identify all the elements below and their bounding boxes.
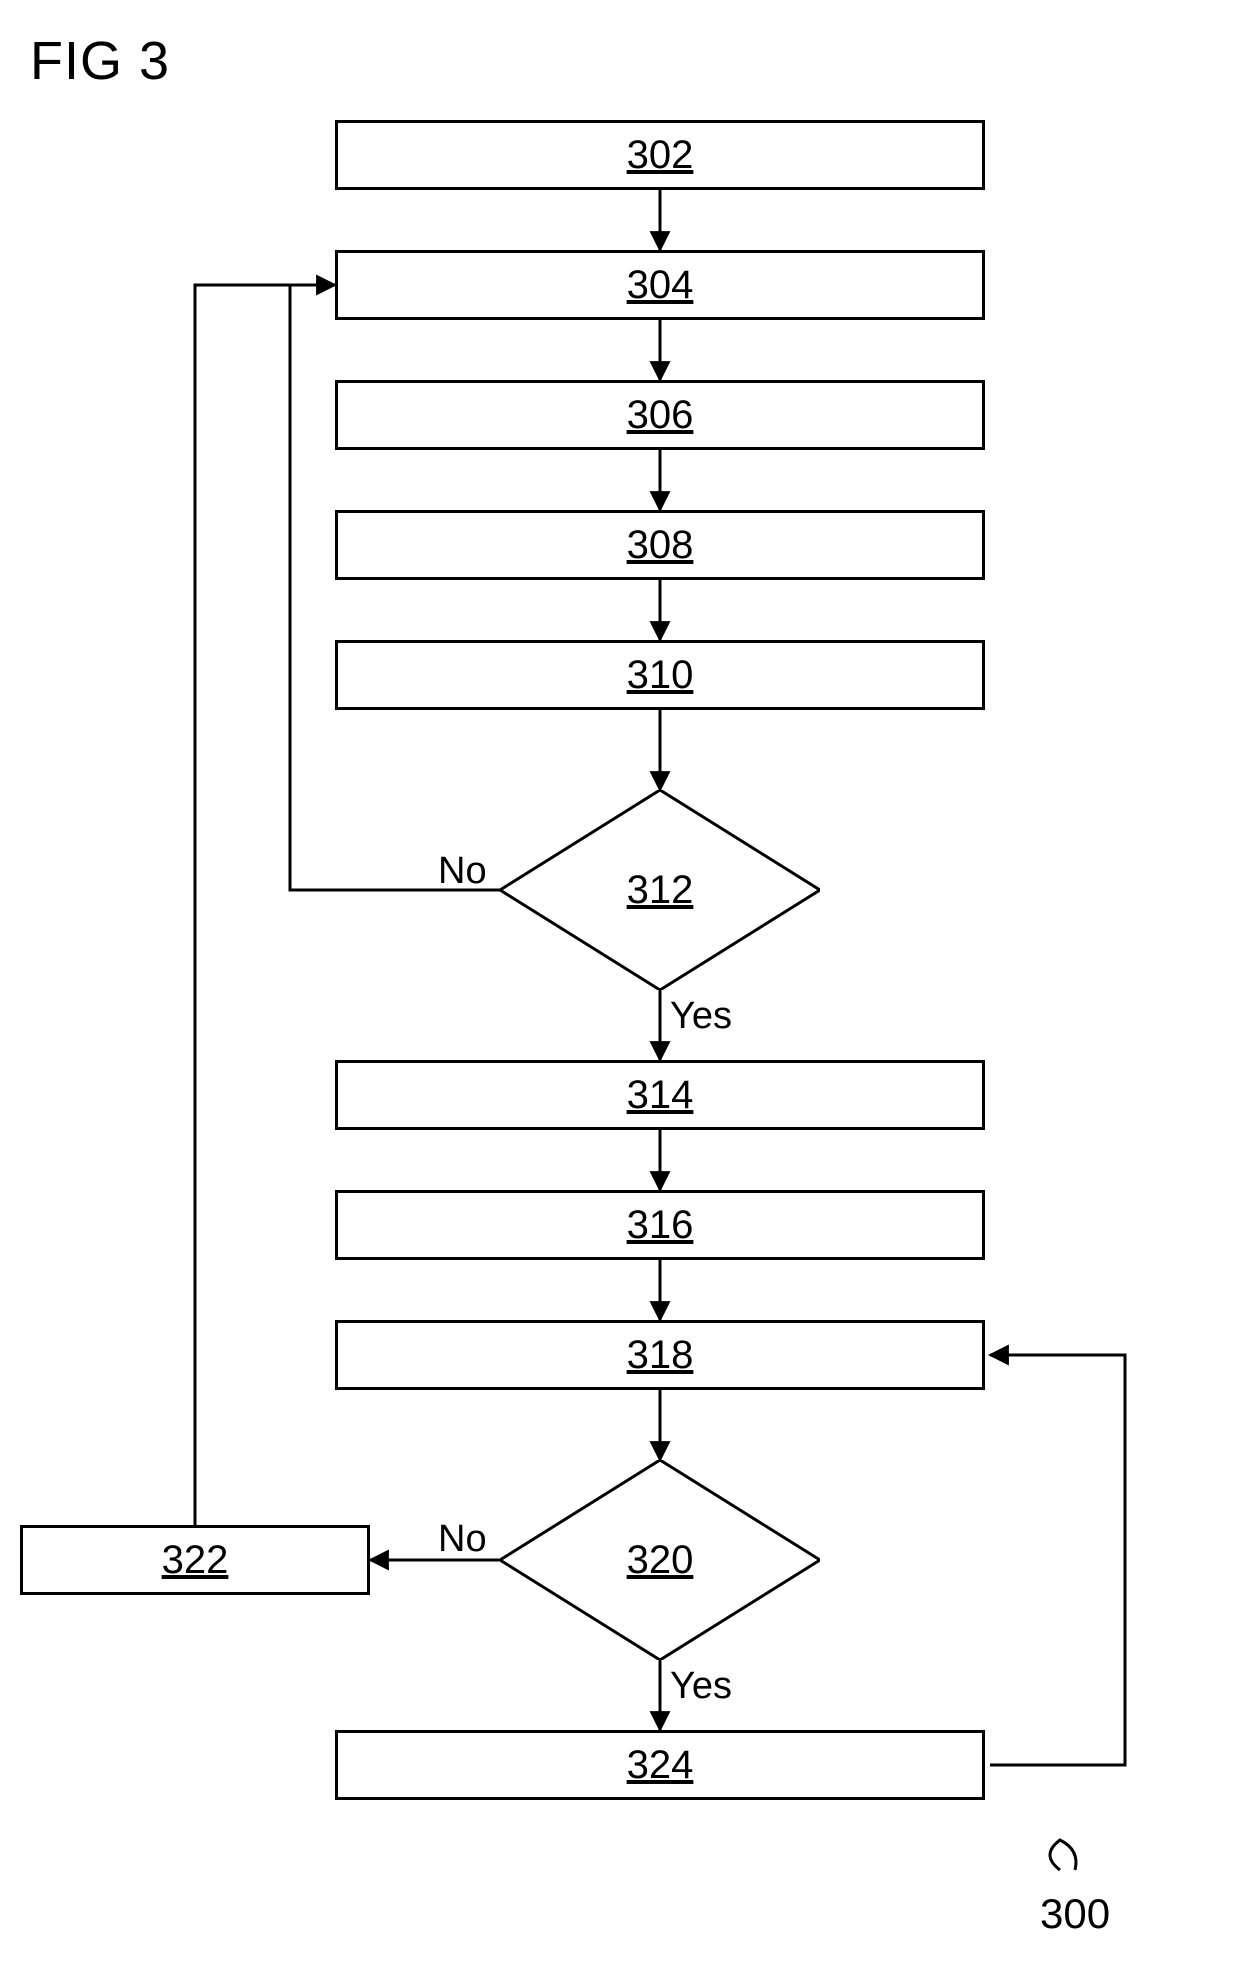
- step-316: 316: [335, 1190, 985, 1260]
- step-308: 308: [335, 510, 985, 580]
- label-320-yes: Yes: [670, 1665, 732, 1708]
- label-312-no: No: [438, 850, 487, 893]
- step-304: 304: [335, 250, 985, 320]
- decision-320: 320: [500, 1460, 820, 1660]
- label-320-no: No: [438, 1518, 487, 1561]
- decision-312: 312: [500, 790, 820, 990]
- step-324: 324: [335, 1730, 985, 1800]
- step-322: 322: [20, 1525, 370, 1595]
- label-312-yes: Yes: [670, 995, 732, 1038]
- step-318: 318: [335, 1320, 985, 1390]
- step-306: 306: [335, 380, 985, 450]
- flowchart-figure: FIG 3: [0, 0, 1240, 1971]
- figure-reference-number: 300: [1040, 1890, 1110, 1938]
- step-310: 310: [335, 640, 985, 710]
- step-302: 302: [335, 120, 985, 190]
- figure-label: FIG 3: [30, 30, 170, 92]
- step-314: 314: [335, 1060, 985, 1130]
